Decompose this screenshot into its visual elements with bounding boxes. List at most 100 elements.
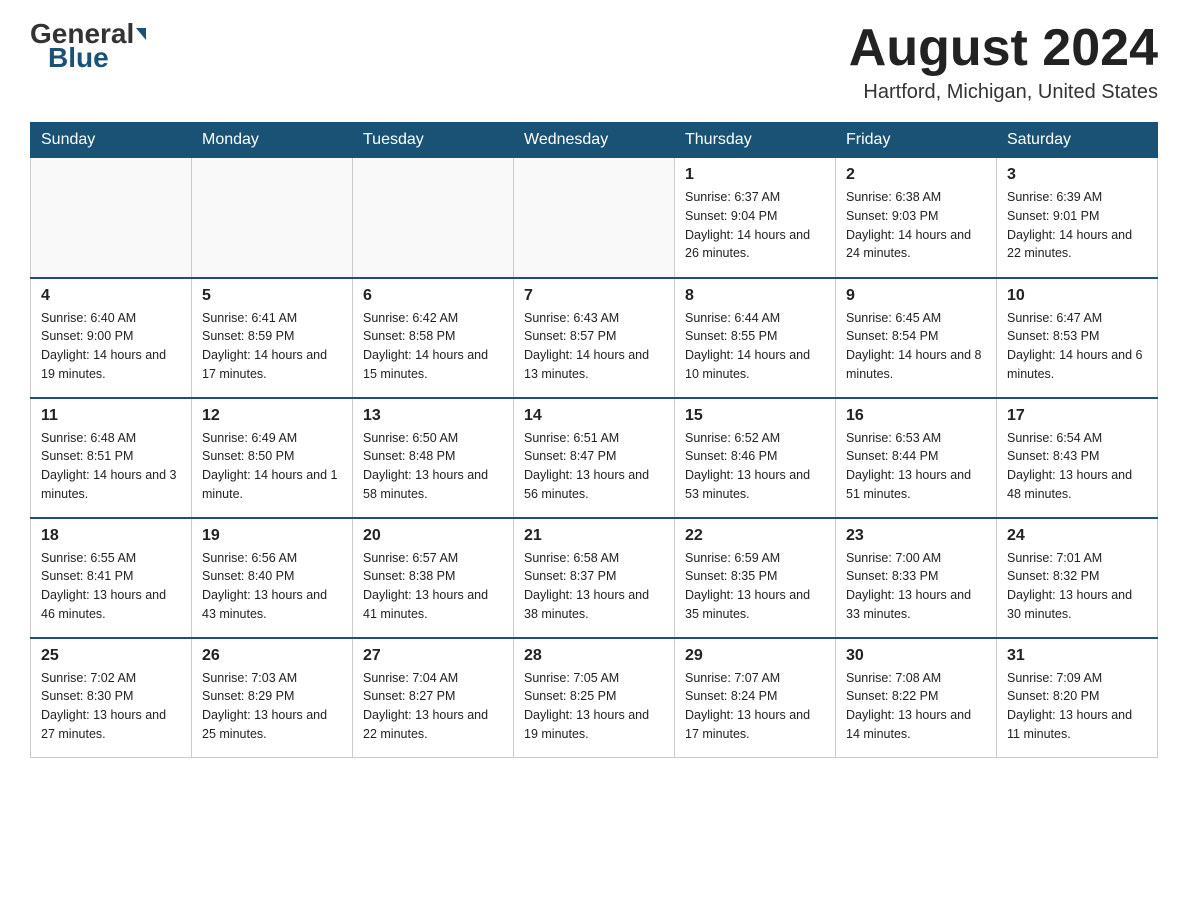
day-number: 15 bbox=[685, 407, 825, 425]
day-info: Sunrise: 6:41 AM Sunset: 8:59 PM Dayligh… bbox=[202, 309, 342, 384]
day-info: Sunrise: 6:37 AM Sunset: 9:04 PM Dayligh… bbox=[685, 188, 825, 263]
calendar-cell: 17 Sunrise: 6:54 AM Sunset: 8:43 PM Dayli… bbox=[997, 398, 1158, 518]
weekday-header-wednesday: Wednesday bbox=[514, 123, 675, 158]
location-text: Hartford, Michigan, United States bbox=[849, 81, 1158, 104]
day-info: Sunrise: 7:08 AM Sunset: 8:22 PM Dayligh… bbox=[846, 669, 986, 744]
day-number: 16 bbox=[846, 407, 986, 425]
weekday-header-saturday: Saturday bbox=[997, 123, 1158, 158]
day-info: Sunrise: 7:02 AM Sunset: 8:30 PM Dayligh… bbox=[41, 669, 181, 744]
day-info: Sunrise: 6:47 AM Sunset: 8:53 PM Dayligh… bbox=[1007, 309, 1147, 384]
calendar-cell: 19 Sunrise: 6:56 AM Sunset: 8:40 PM Dayli… bbox=[192, 518, 353, 638]
day-number: 8 bbox=[685, 287, 825, 305]
day-info: Sunrise: 7:00 AM Sunset: 8:33 PM Dayligh… bbox=[846, 549, 986, 624]
day-number: 28 bbox=[524, 647, 664, 665]
day-info: Sunrise: 6:39 AM Sunset: 9:01 PM Dayligh… bbox=[1007, 188, 1147, 263]
calendar-cell: 22Sunrise: 6:59 AM Sunset: 8:35 PM Dayli… bbox=[675, 518, 836, 638]
day-info: Sunrise: 6:56 AM Sunset: 8:40 PM Dayligh… bbox=[202, 549, 342, 624]
calendar-cell: 11 Sunrise: 6:48 AM Sunset: 8:51 PM Dayli… bbox=[31, 398, 192, 518]
logo-arrow-icon bbox=[136, 28, 146, 40]
day-info: Sunrise: 6:38 AM Sunset: 9:03 PM Dayligh… bbox=[846, 188, 986, 263]
day-number: 1 bbox=[685, 166, 825, 184]
logo-blue-text: Blue bbox=[30, 44, 109, 72]
week-row-2: 4Sunrise: 6:40 AM Sunset: 9:00 PM Daylig… bbox=[31, 278, 1158, 398]
calendar-cell: 15 Sunrise: 6:52 AM Sunset: 8:46 PM Dayli… bbox=[675, 398, 836, 518]
calendar-cell: 14 Sunrise: 6:51 AM Sunset: 8:47 PM Dayli… bbox=[514, 398, 675, 518]
calendar-cell: 23 Sunrise: 7:00 AM Sunset: 8:33 PM Dayli… bbox=[836, 518, 997, 638]
day-number: 17 bbox=[1007, 407, 1147, 425]
calendar-cell: 25 Sunrise: 7:02 AM Sunset: 8:30 PM Dayli… bbox=[31, 638, 192, 758]
calendar-cell: 30 Sunrise: 7:08 AM Sunset: 8:22 PM Dayli… bbox=[836, 638, 997, 758]
day-number: 6 bbox=[363, 287, 503, 305]
day-info: Sunrise: 6:49 AM Sunset: 8:50 PM Dayligh… bbox=[202, 429, 342, 504]
day-info: Sunrise: 6:40 AM Sunset: 9:00 PM Dayligh… bbox=[41, 309, 181, 384]
day-number: 27 bbox=[363, 647, 503, 665]
calendar-cell: 7Sunrise: 6:43 AM Sunset: 8:57 PM Daylig… bbox=[514, 278, 675, 398]
day-info: Sunrise: 6:42 AM Sunset: 8:58 PM Dayligh… bbox=[363, 309, 503, 384]
day-number: 24 bbox=[1007, 527, 1147, 545]
month-title: August 2024 bbox=[849, 20, 1158, 77]
weekday-header-thursday: Thursday bbox=[675, 123, 836, 158]
day-info: Sunrise: 6:50 AM Sunset: 8:48 PM Dayligh… bbox=[363, 429, 503, 504]
day-info: Sunrise: 6:55 AM Sunset: 8:41 PM Dayligh… bbox=[41, 549, 181, 624]
calendar-cell: 26Sunrise: 7:03 AM Sunset: 8:29 PM Dayli… bbox=[192, 638, 353, 758]
calendar-cell bbox=[353, 158, 514, 278]
day-number: 13 bbox=[363, 407, 503, 425]
day-info: Sunrise: 6:59 AM Sunset: 8:35 PM Dayligh… bbox=[685, 549, 825, 624]
day-number: 26 bbox=[202, 647, 342, 665]
calendar-cell: 16 Sunrise: 6:53 AM Sunset: 8:44 PM Dayli… bbox=[836, 398, 997, 518]
day-info: Sunrise: 6:45 AM Sunset: 8:54 PM Dayligh… bbox=[846, 309, 986, 384]
calendar-cell: 2Sunrise: 6:38 AM Sunset: 9:03 PM Daylig… bbox=[836, 158, 997, 278]
calendar-cell: 10 Sunrise: 6:47 AM Sunset: 8:53 PM Dayli… bbox=[997, 278, 1158, 398]
day-info: Sunrise: 7:07 AM Sunset: 8:24 PM Dayligh… bbox=[685, 669, 825, 744]
day-number: 10 bbox=[1007, 287, 1147, 305]
day-info: Sunrise: 6:48 AM Sunset: 8:51 PM Dayligh… bbox=[41, 429, 181, 504]
day-info: Sunrise: 6:43 AM Sunset: 8:57 PM Dayligh… bbox=[524, 309, 664, 384]
day-number: 25 bbox=[41, 647, 181, 665]
calendar-cell: 3 Sunrise: 6:39 AM Sunset: 9:01 PM Daylig… bbox=[997, 158, 1158, 278]
weekday-header-tuesday: Tuesday bbox=[353, 123, 514, 158]
day-info: Sunrise: 6:44 AM Sunset: 8:55 PM Dayligh… bbox=[685, 309, 825, 384]
day-number: 29 bbox=[685, 647, 825, 665]
calendar-cell: 31Sunrise: 7:09 AM Sunset: 8:20 PM Dayli… bbox=[997, 638, 1158, 758]
day-number: 5 bbox=[202, 287, 342, 305]
calendar-cell: 28 Sunrise: 7:05 AM Sunset: 8:25 PM Dayli… bbox=[514, 638, 675, 758]
calendar-cell: 5 Sunrise: 6:41 AM Sunset: 8:59 PM Daylig… bbox=[192, 278, 353, 398]
day-info: Sunrise: 6:53 AM Sunset: 8:44 PM Dayligh… bbox=[846, 429, 986, 504]
calendar-cell bbox=[31, 158, 192, 278]
weekday-header-monday: Monday bbox=[192, 123, 353, 158]
weekday-header-row: SundayMondayTuesdayWednesdayThursdayFrid… bbox=[31, 123, 1158, 158]
calendar-cell bbox=[514, 158, 675, 278]
week-row-3: 11 Sunrise: 6:48 AM Sunset: 8:51 PM Dayli… bbox=[31, 398, 1158, 518]
day-number: 11 bbox=[41, 407, 181, 425]
calendar-cell: 12 Sunrise: 6:49 AM Sunset: 8:50 PM Dayli… bbox=[192, 398, 353, 518]
day-info: Sunrise: 6:54 AM Sunset: 8:43 PM Dayligh… bbox=[1007, 429, 1147, 504]
week-row-1: 1 Sunrise: 6:37 AM Sunset: 9:04 PM Daylig… bbox=[31, 158, 1158, 278]
calendar-cell: 8 Sunrise: 6:44 AM Sunset: 8:55 PM Daylig… bbox=[675, 278, 836, 398]
calendar-cell bbox=[192, 158, 353, 278]
calendar-cell: 24 Sunrise: 7:01 AM Sunset: 8:32 PM Dayli… bbox=[997, 518, 1158, 638]
weekday-header-friday: Friday bbox=[836, 123, 997, 158]
day-number: 30 bbox=[846, 647, 986, 665]
day-info: Sunrise: 6:52 AM Sunset: 8:46 PM Dayligh… bbox=[685, 429, 825, 504]
calendar-cell: 18Sunrise: 6:55 AM Sunset: 8:41 PM Dayli… bbox=[31, 518, 192, 638]
day-number: 14 bbox=[524, 407, 664, 425]
day-number: 31 bbox=[1007, 647, 1147, 665]
calendar-cell: 4Sunrise: 6:40 AM Sunset: 9:00 PM Daylig… bbox=[31, 278, 192, 398]
day-info: Sunrise: 6:58 AM Sunset: 8:37 PM Dayligh… bbox=[524, 549, 664, 624]
calendar-cell: 20Sunrise: 6:57 AM Sunset: 8:38 PM Dayli… bbox=[353, 518, 514, 638]
page-header: General Blue August 2024 Hartford, Michi… bbox=[30, 20, 1158, 104]
day-info: Sunrise: 7:05 AM Sunset: 8:25 PM Dayligh… bbox=[524, 669, 664, 744]
day-number: 3 bbox=[1007, 166, 1147, 184]
day-info: Sunrise: 7:01 AM Sunset: 8:32 PM Dayligh… bbox=[1007, 549, 1147, 624]
day-number: 20 bbox=[363, 527, 503, 545]
calendar-table: SundayMondayTuesdayWednesdayThursdayFrid… bbox=[30, 122, 1158, 758]
calendar-cell: 9 Sunrise: 6:45 AM Sunset: 8:54 PM Daylig… bbox=[836, 278, 997, 398]
day-number: 9 bbox=[846, 287, 986, 305]
calendar-cell: 21Sunrise: 6:58 AM Sunset: 8:37 PM Dayli… bbox=[514, 518, 675, 638]
day-number: 23 bbox=[846, 527, 986, 545]
weekday-header-sunday: Sunday bbox=[31, 123, 192, 158]
day-info: Sunrise: 6:51 AM Sunset: 8:47 PM Dayligh… bbox=[524, 429, 664, 504]
day-number: 19 bbox=[202, 527, 342, 545]
week-row-5: 25 Sunrise: 7:02 AM Sunset: 8:30 PM Dayli… bbox=[31, 638, 1158, 758]
day-number: 12 bbox=[202, 407, 342, 425]
